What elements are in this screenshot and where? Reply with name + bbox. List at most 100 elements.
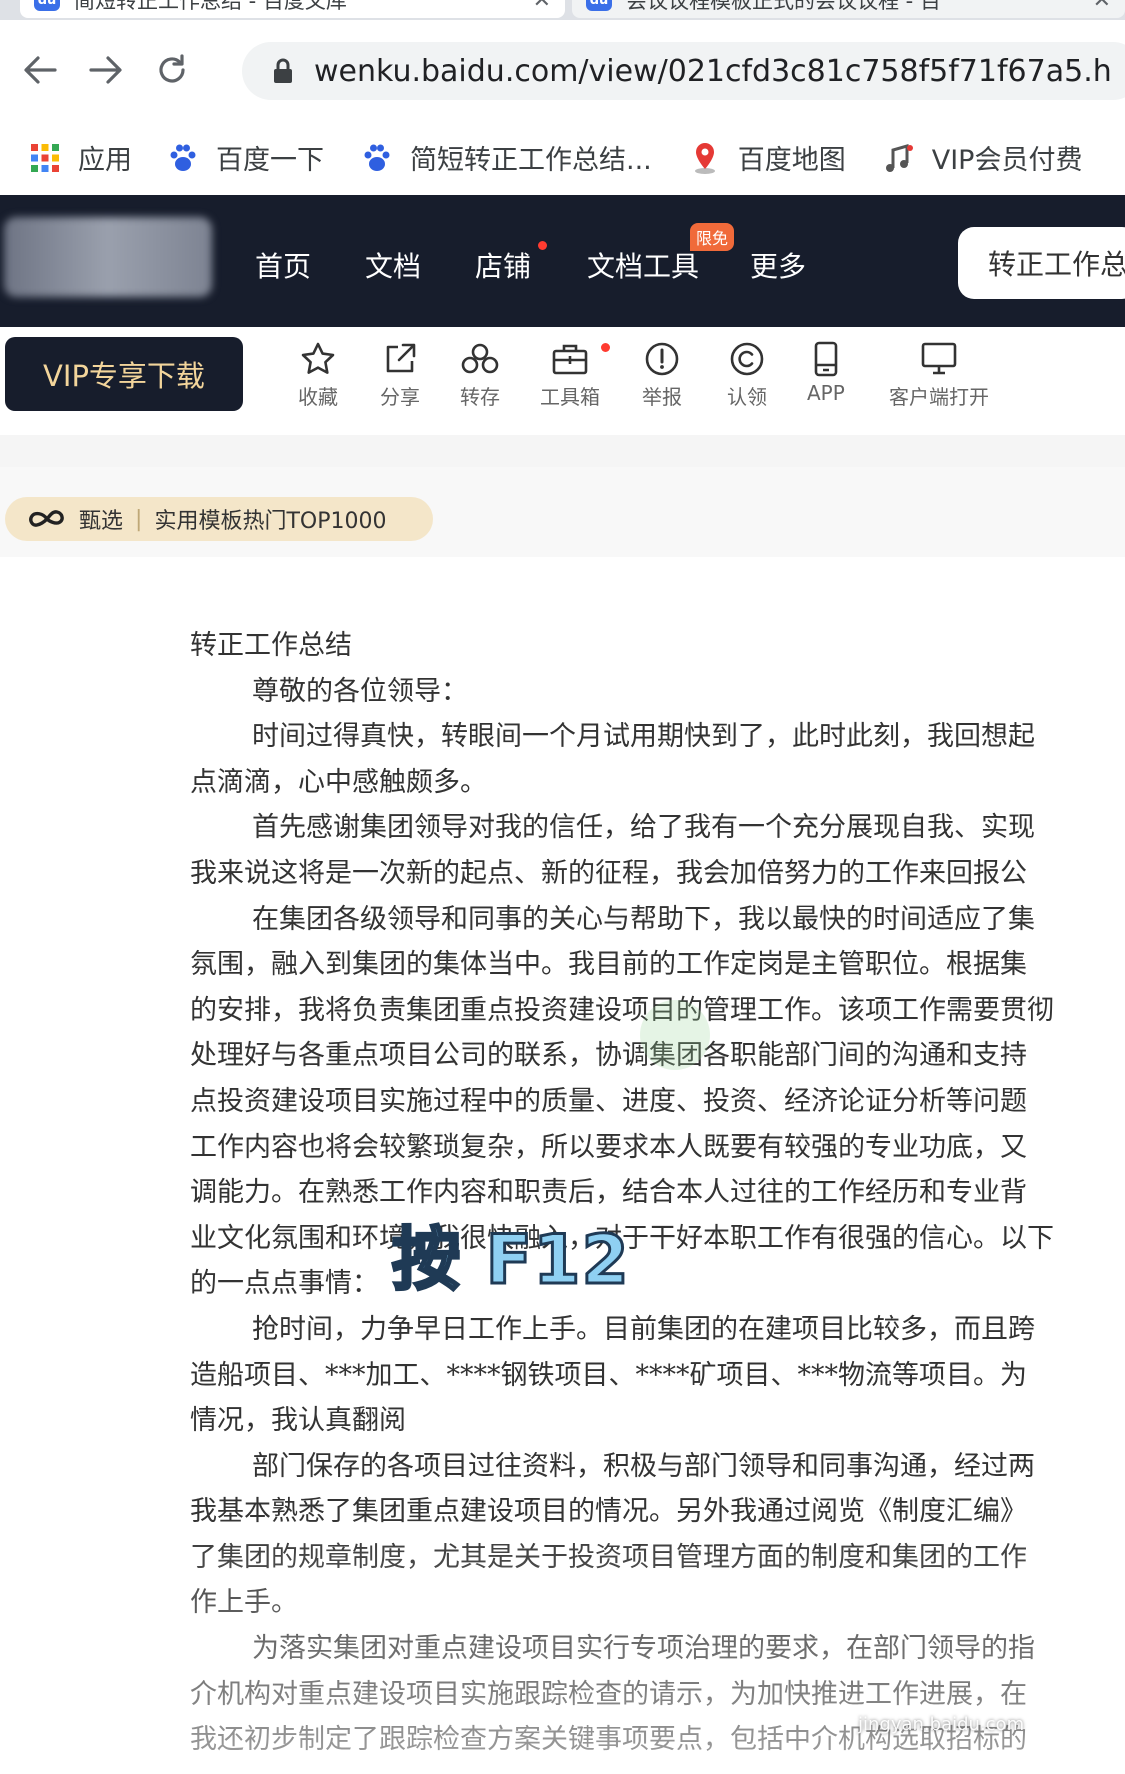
doc-line: 部门保存的各项目过往资料，积极与部门领导和同事沟通，经过两: [252, 1450, 1035, 1482]
tab-title: 简短转正工作总结 - 百度文库: [74, 0, 347, 13]
nav-documents[interactable]: 文档: [365, 245, 421, 285]
doc-line: 作上手。: [190, 1587, 298, 1619]
save-to-button[interactable]: 转存: [460, 341, 500, 410]
share-button[interactable]: 分享: [380, 341, 420, 410]
toolbox-button[interactable]: 工具箱: [540, 341, 600, 410]
copyright-icon: [730, 342, 764, 376]
back-button[interactable]: [18, 48, 62, 92]
doc-line: 为落实集团对重点建设项目实行专项治理的要求，在部门领导的指: [252, 1633, 1035, 1665]
bookmark-label: 应用: [78, 145, 132, 176]
close-tab-icon[interactable]: ✕: [533, 0, 551, 13]
address-bar-row: wenku.baidu.com/view/021cfd3c81c758f5f71…: [0, 20, 1125, 120]
bookmark-label: VIP会员付费: [931, 145, 1083, 176]
nav-shops-dot: [538, 241, 547, 250]
browser-tab-active[interactable]: du 简短转正工作总结 - 百度文库 ✕: [20, 0, 565, 18]
reload-icon: [159, 54, 185, 83]
baidu-favicon-icon: du: [586, 0, 612, 11]
tool-label: 举报: [642, 385, 682, 409]
desktop-icon: [921, 342, 957, 375]
tool-label: 收藏: [298, 385, 338, 409]
tool-label: APP: [807, 381, 845, 405]
bookmark-label: 百度一下: [216, 145, 324, 176]
report-icon: [645, 342, 679, 376]
search-input[interactable]: 转正工作总: [958, 227, 1125, 299]
doc-line: 造船项目、***加工、****钢铁项目、****矿项目、***物流等项目。为: [190, 1359, 1027, 1391]
star-icon: [301, 342, 335, 374]
bookmark-label: 简短转正工作总结...: [410, 145, 652, 176]
tool-label: 分享: [380, 385, 420, 409]
doc-line: 了集团的规章制度，尤其是关于投资项目管理方面的制度和集团的工作: [190, 1541, 1027, 1573]
bookmark-apps[interactable]: 应用: [28, 138, 132, 177]
select-tag-label: 甄选: [79, 509, 124, 534]
nav-shops[interactable]: 店铺: [475, 245, 531, 285]
claim-button[interactable]: 认领: [727, 341, 767, 410]
tool-label: 工具箱: [540, 385, 600, 409]
arrow-right-icon: [89, 56, 122, 84]
select-tag-pill[interactable]: 甄选 | 实用模板热门TOP1000: [5, 497, 433, 541]
search-value: 转正工作总: [988, 248, 1125, 281]
bookmarks-bar: 应用 百度一下 简短转正工作总结... 百度地图 VIP会员付费: [0, 120, 1125, 195]
map-pin-icon: [688, 141, 722, 175]
app-button[interactable]: APP: [807, 341, 845, 405]
arrow-left-icon: [24, 56, 57, 84]
doc-line: 抢时间，力争早日工作上手。目前集团的在建项目比较多，而且跨: [252, 1313, 1035, 1345]
forward-button[interactable]: [84, 48, 128, 92]
doc-line: 我基本熟悉了集团重点建设项目的情况。另外我通过阅览《制度汇编》: [190, 1496, 1027, 1528]
doc-line: 在集团各级领导和同事的关心与帮助下，我以最快的时间适应了集: [252, 903, 1035, 935]
select-tag-text: 实用模板热门TOP1000: [154, 509, 387, 534]
bookmark-vip[interactable]: VIP会员付费: [882, 138, 1083, 177]
tool-label: 认领: [727, 385, 767, 409]
bookmark-baidu[interactable]: 百度一下: [166, 138, 324, 177]
favorite-button[interactable]: 收藏: [298, 341, 338, 410]
nav-home[interactable]: 首页: [255, 245, 311, 285]
pill-separator: |: [135, 506, 143, 532]
tool-label: 转存: [460, 385, 500, 409]
bookmark-summary[interactable]: 简短转正工作总结...: [360, 138, 652, 177]
share-icon: [386, 343, 416, 373]
doc-line: 时间过得真快，转眼间一个月试用期快到了，此时此刻，我回想起: [252, 721, 1035, 753]
nav-more[interactable]: 更多: [750, 245, 806, 285]
baidu-paw-icon: [166, 141, 200, 175]
select-tag-bar: 甄选 | 实用模板热门TOP1000: [0, 467, 1125, 557]
doc-line: 情况，我认真翻阅: [190, 1405, 406, 1437]
infinity-icon: [27, 509, 67, 529]
reload-button[interactable]: [150, 48, 194, 92]
doc-line: 我来说这将是一次新的起点、新的征程，我会加倍努力的工作来回报公: [190, 857, 1027, 889]
toolbox-dot: [601, 343, 610, 352]
save-icon: [461, 343, 499, 374]
doc-line: 点投资建设项目实施过程中的质量、进度、投资、经济论证分析等问题: [190, 1085, 1027, 1117]
open-in-client-button[interactable]: 客户端打开: [889, 341, 989, 410]
site-header: 首页 文档 店铺 文档工具 限免 更多 转正工作总: [0, 195, 1125, 327]
mouse-cursor-highlight: [640, 1000, 710, 1070]
doc-line: 点滴滴，心中感触颇多。: [190, 766, 487, 798]
tool-label: 客户端打开: [889, 385, 989, 409]
baidu-paw-icon: [360, 141, 394, 175]
doc-line: 介机构对重点建设项目实施跟踪检查的请示，为加快推进工作进展，在: [190, 1678, 1027, 1710]
close-tab-icon[interactable]: ✕: [1093, 0, 1111, 13]
doc-line: 业文化氛围和环境，我很快融入，对于干好本职工作有很强的信心。以下: [190, 1222, 1054, 1254]
report-button[interactable]: 举报: [642, 341, 682, 410]
doc-line: 首先感谢集团领导对我的信任，给了我有一个充分展现自我、实现: [252, 812, 1035, 844]
wenku-logo[interactable]: [4, 217, 212, 297]
bookmark-baidu-map[interactable]: 百度地图: [688, 138, 846, 177]
nav-doc-tools[interactable]: 文档工具: [587, 245, 699, 285]
baidu-favicon-icon: du: [34, 0, 60, 11]
vip-download-button[interactable]: VIP专享下载: [5, 337, 243, 411]
doc-line: 尊敬的各位领导：: [252, 675, 468, 707]
doc-line: 调能力。在熟悉工作内容和职责后，结合本人过往的工作经历和专业背: [190, 1177, 1027, 1209]
doc-line: 氛围，融入到集团的集体当中。我目前的工作定岗是主管职位。根据集: [190, 949, 1027, 981]
browser-tab[interactable]: du 会议议程模板正式的会议议程 - 百 ✕: [572, 0, 1125, 18]
separator-strip: [0, 435, 1125, 467]
limited-free-badge: 限免: [690, 223, 735, 251]
url-text: wenku.baidu.com/view/021cfd3c81c758f5f71…: [314, 53, 1112, 89]
doc-title: 转正工作总结: [190, 630, 352, 661]
music-note-icon: [882, 141, 916, 175]
toolbox-icon: [552, 344, 588, 375]
browser-tab-strip: du 简短转正工作总结 - 百度文库 ✕ du 会议议程模板正式的会议议程 - …: [0, 0, 1125, 20]
apps-grid-icon: [28, 141, 62, 175]
url-input[interactable]: wenku.baidu.com/view/021cfd3c81c758f5f71…: [242, 42, 1125, 100]
phone-icon: [814, 341, 838, 377]
document-page: 转正工作总结 尊敬的各位领导： 时间过得真快，转眼间一个月试用期快到了，此时此刻…: [0, 557, 1125, 1774]
document-text: 转正工作总结 尊敬的各位领导： 时间过得真快，转眼间一个月试用期快到了，此时此刻…: [190, 623, 1125, 1763]
doc-toolbar: VIP专享下载 收藏 分享 转存 工具箱 举报 认领 APP 客户端打开: [0, 327, 1125, 435]
